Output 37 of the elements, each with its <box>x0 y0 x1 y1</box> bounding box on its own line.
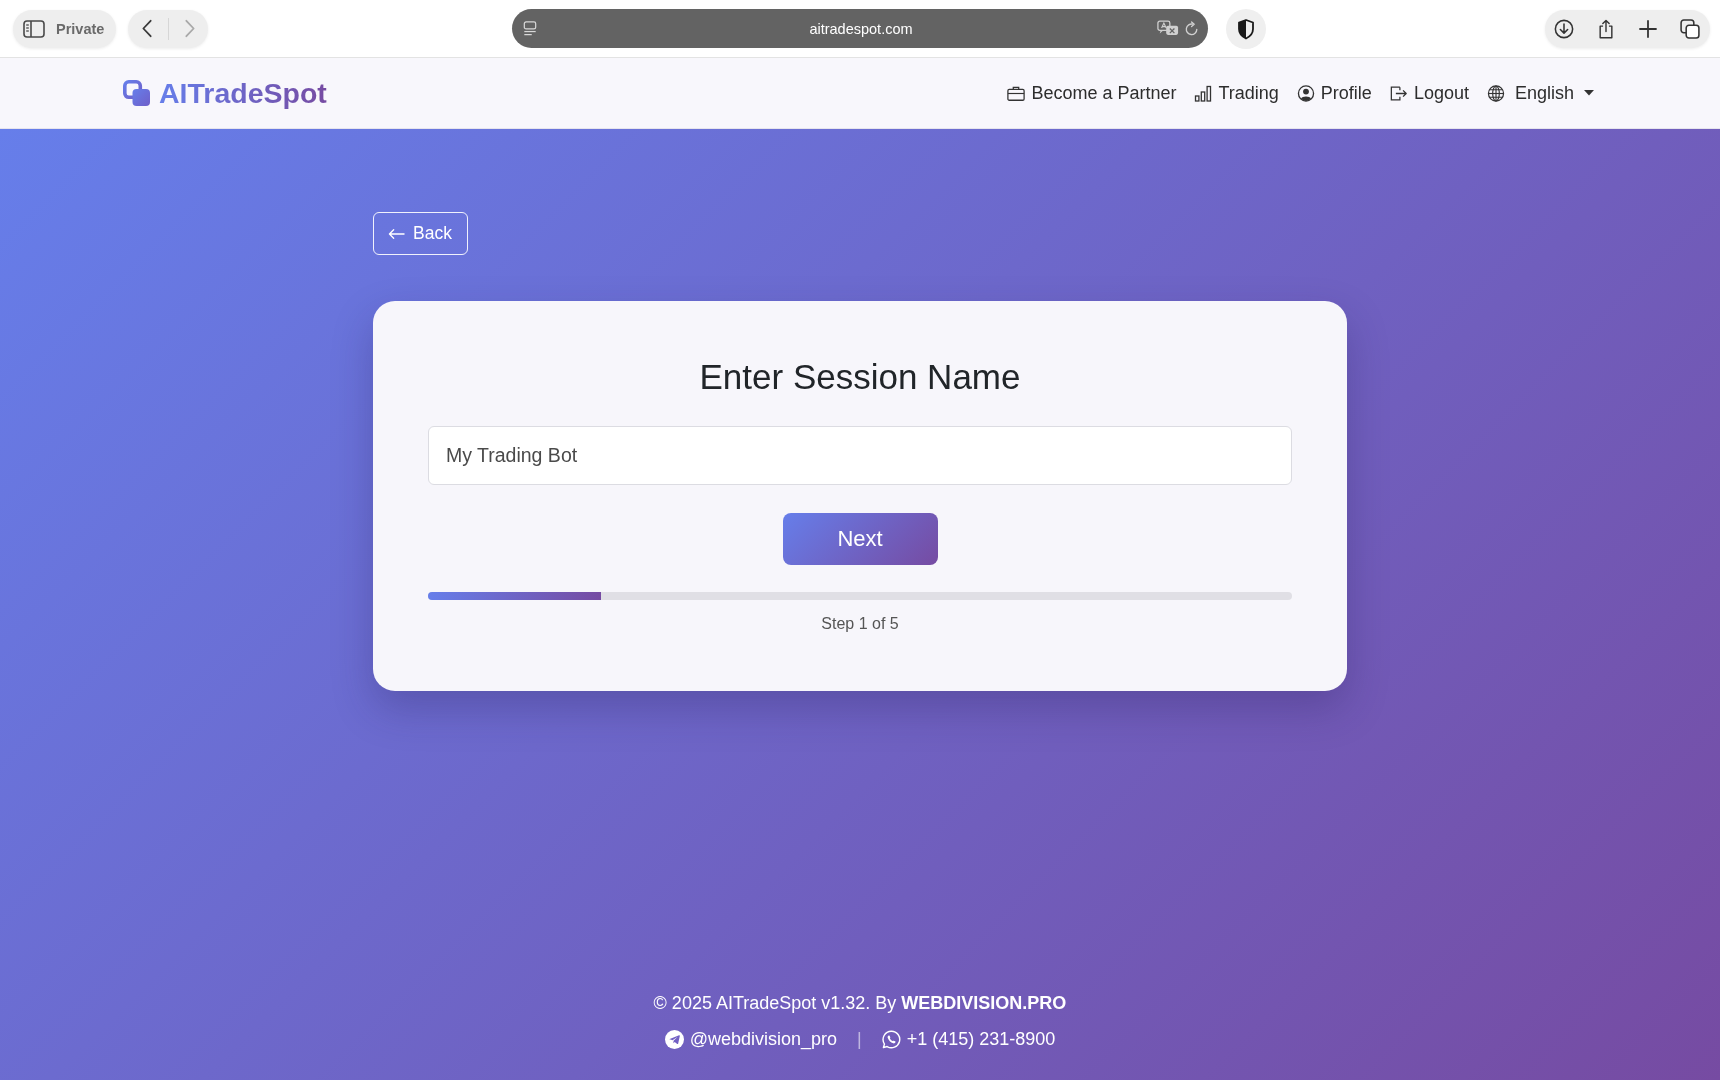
contact-link[interactable]: @webdivision_pro <box>664 1026 837 1052</box>
url-text: aitradespot.com <box>809 20 913 37</box>
user-circle-icon <box>1296 84 1315 102</box>
logo-icon[interactable] <box>123 79 151 107</box>
back-button[interactable]: Back <box>373 212 468 255</box>
private-mode-button[interactable]: Private <box>13 9 116 48</box>
globe-icon <box>1486 84 1505 102</box>
briefcase-icon <box>1007 84 1026 102</box>
reload-icon[interactable] <box>1185 21 1199 36</box>
shield-icon[interactable] <box>1226 8 1266 49</box>
nav-link[interactable]: Logout <box>1389 81 1469 105</box>
arrow-left-icon <box>388 227 405 240</box>
next-button[interactable]: Next <box>782 513 938 565</box>
share-icon[interactable] <box>1596 18 1616 39</box>
contact-link[interactable]: +1 (415) 231-8900 <box>881 1026 1056 1052</box>
caret-icon <box>1584 90 1594 96</box>
copyright-text: © 2025 AITradeSpot v1.32. By WEBDIVISION.PRO <box>653 992 1067 1015</box>
plus-icon[interactable] <box>1638 18 1658 39</box>
sidebar-icon <box>23 19 45 38</box>
card-title: Enter Session Name <box>698 356 1022 398</box>
paper-plane-icon <box>664 1029 684 1049</box>
separator: | <box>857 1028 862 1051</box>
tabs-icon[interactable] <box>1680 18 1700 39</box>
address-bar[interactable]: aitradespot.com <box>512 9 1208 48</box>
nav-link[interactable]: Trading <box>1194 81 1279 105</box>
logout-icon <box>1389 84 1408 102</box>
nav-link[interactable]: Profile <box>1296 81 1372 105</box>
page-menu-icon[interactable] <box>523 21 537 36</box>
translate-icon[interactable] <box>1157 20 1179 37</box>
step-label: Step 1 of 5 <box>820 614 900 634</box>
download-icon[interactable] <box>1554 18 1574 39</box>
bar-chart-icon <box>1194 84 1213 102</box>
nav-link[interactable]: Become a Partner <box>1007 81 1177 105</box>
phone-chat-icon <box>881 1029 901 1049</box>
language-dropdown[interactable]: English <box>1486 81 1594 105</box>
session-name-input[interactable]: My Trading Bot <box>428 426 1292 485</box>
chevron-left-icon[interactable] <box>142 19 152 38</box>
